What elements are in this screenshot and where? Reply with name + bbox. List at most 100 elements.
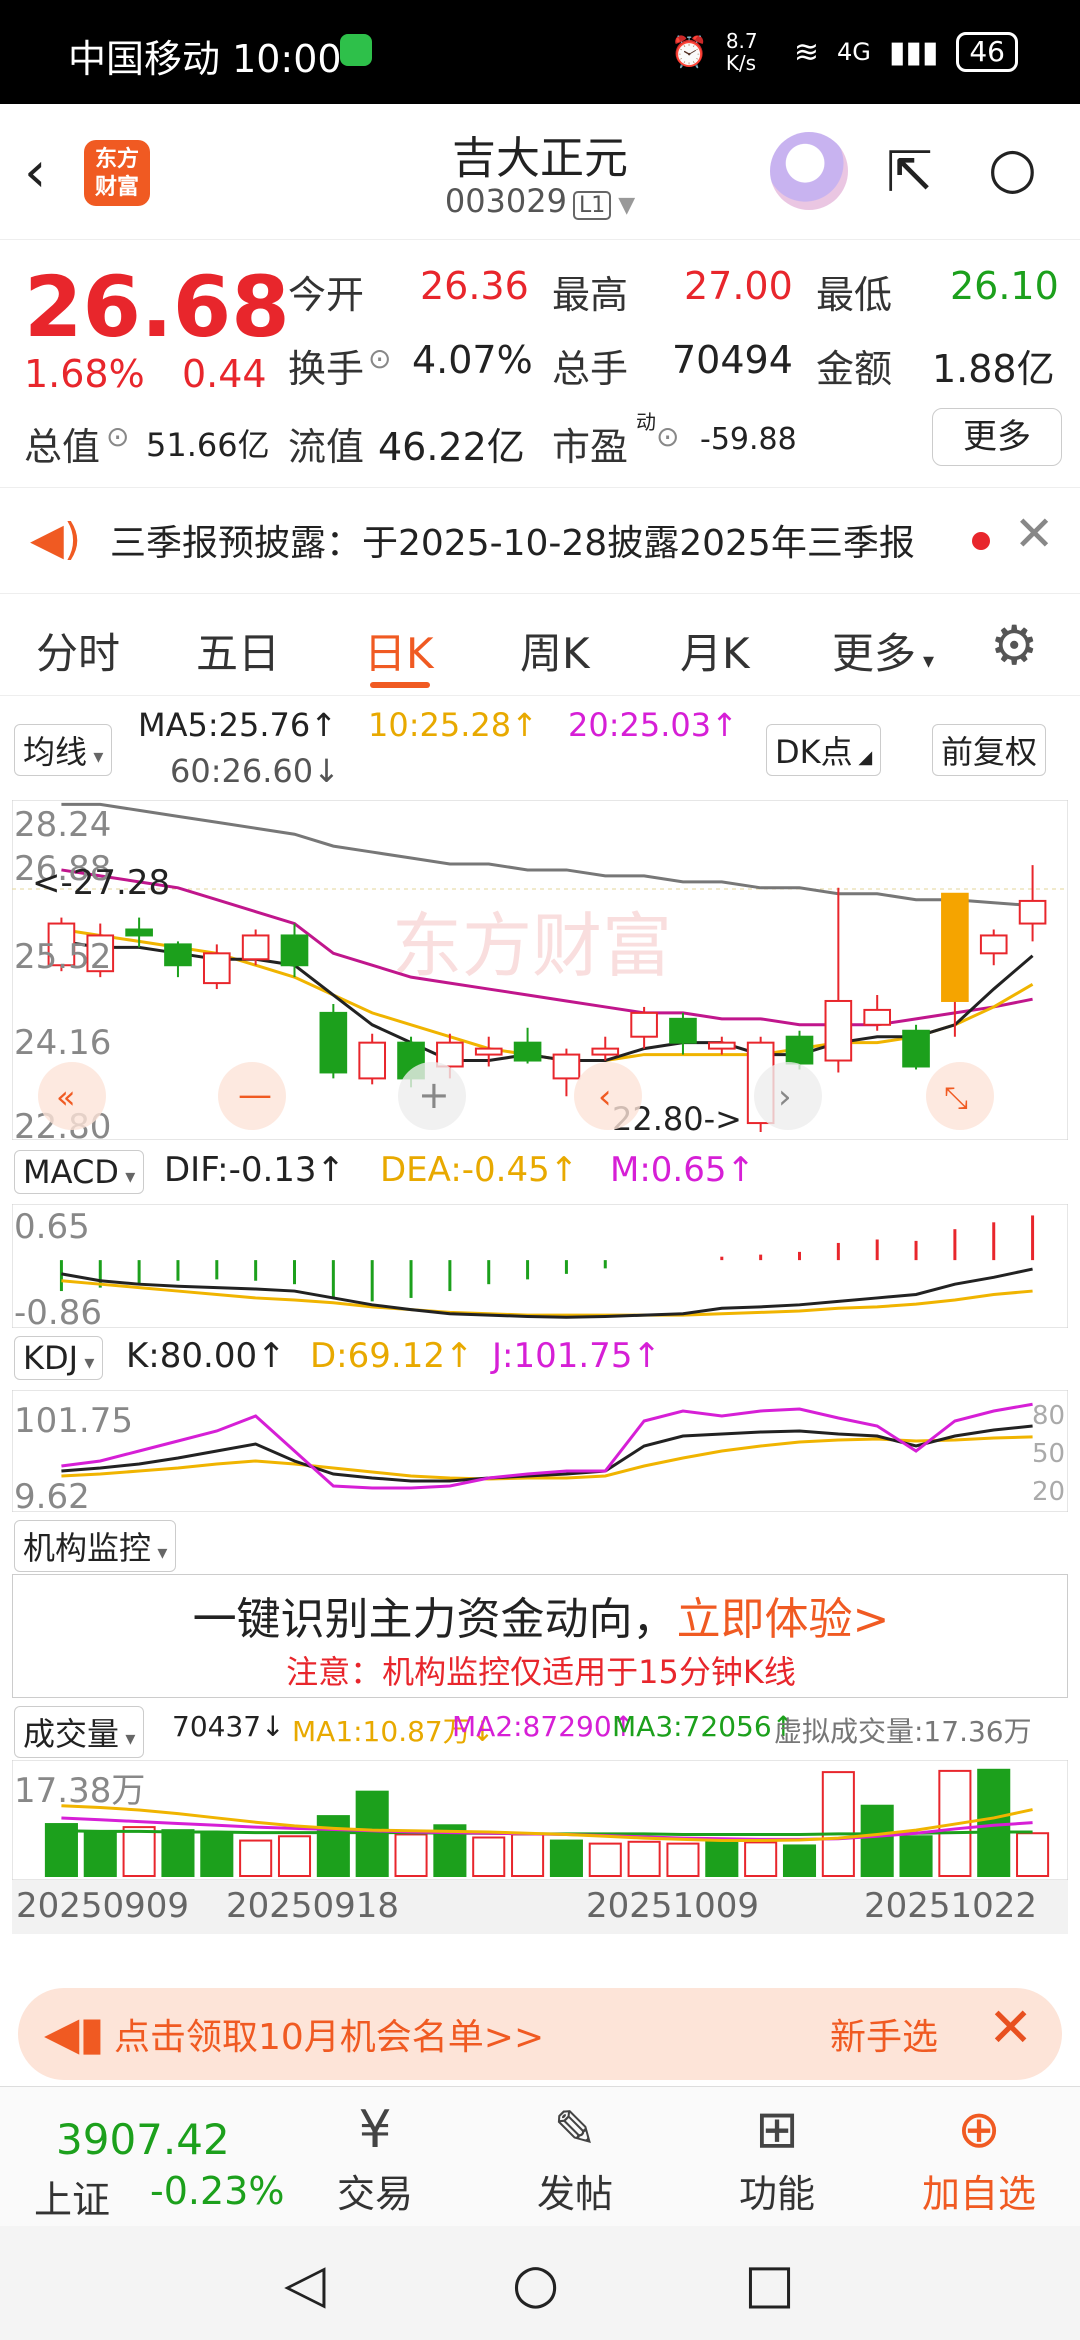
candle: [358, 1041, 387, 1080]
candle: [164, 943, 192, 967]
level-badge: L1: [572, 191, 612, 220]
pe-label: 市盈: [552, 425, 629, 469]
chevron-down-icon: ▾: [87, 744, 104, 768]
more-button[interactable]: 更多: [932, 408, 1062, 466]
candle: [863, 1008, 892, 1026]
amount-value: 1.88亿: [932, 347, 1055, 391]
plus-icon: +: [418, 1073, 450, 1117]
notice-bar[interactable]: ◀) 三季报预披露：于2025-10-28披露2025年三季报 ✕: [0, 488, 1080, 594]
date-tick-3: 20251022: [864, 1886, 1038, 1926]
virtual-volume: 虚拟成交量:17.36万: [774, 1715, 1032, 1748]
candle: [707, 1041, 736, 1050]
notice-text[interactable]: 三季报预披露：于2025-10-28披露2025年三季报: [110, 514, 915, 566]
macd-axis-bottom: -0.86: [14, 1293, 102, 1328]
chevron-left-icon: ‹: [598, 1077, 612, 1117]
adjust-selector[interactable]: 前复权: [932, 724, 1047, 776]
tab-monthly-k[interactable]: 月K: [680, 620, 750, 681]
try-now-link[interactable]: 立即体验>: [677, 1594, 890, 1645]
volume-chart[interactable]: 17.38万: [12, 1760, 1068, 1880]
volume-bar: [277, 1835, 312, 1877]
candle: [474, 1047, 503, 1056]
candle: [552, 1053, 581, 1080]
search-icon[interactable]: ○: [988, 136, 1037, 201]
macd-axis-top: 0.65: [14, 1207, 90, 1247]
candle: [591, 1047, 620, 1056]
candle: [824, 999, 853, 1062]
chevron-down-icon: ▾: [151, 1540, 168, 1564]
assistant-robot-icon[interactable]: [770, 132, 848, 210]
volume-bar: [549, 1839, 583, 1877]
macd-selector[interactable]: MACD ▾: [14, 1150, 145, 1194]
open-label: 今开: [288, 273, 365, 317]
grid-icon: ⊞: [755, 2100, 799, 2160]
kline-chart[interactable]: 东方财富 28.24 26.88 25.52 24.16 22.80 <-27.…: [12, 800, 1068, 1140]
chevron-down-icon: ▾: [78, 1350, 95, 1374]
volume-bar: [666, 1842, 700, 1878]
post-button[interactable]: ✎ 发帖: [510, 2097, 640, 2218]
bottom-toolbar: 3907.42 上证 -0.23% ¥ 交易 ✎ 发帖 ⊞ 功能 ⊕ 加自选: [0, 2086, 1080, 2226]
recents-square-icon[interactable]: □: [744, 2252, 795, 2315]
function-button[interactable]: ⊞ 功能: [712, 2097, 842, 2218]
chevron-down-icon: ▾: [119, 1726, 136, 1750]
share-icon[interactable]: ⇱: [886, 140, 933, 205]
chevron-down-icon: ▾: [118, 1164, 136, 1188]
tab-five-day[interactable]: 五日: [196, 620, 280, 681]
volume-selector[interactable]: 成交量 ▾: [14, 1706, 145, 1758]
kdj-level-20: 20: [1032, 1477, 1065, 1507]
home-circle-icon[interactable]: ○: [512, 2252, 559, 2315]
macd-dif: DIF:-0.13↑: [164, 1150, 346, 1190]
promo-newbie[interactable]: 新手选: [830, 2008, 938, 2060]
candle: [1018, 899, 1047, 925]
y-tick-0: 28.24: [14, 805, 111, 845]
close-icon[interactable]: ✕: [1014, 506, 1054, 562]
net-speed: 8.7 K/s: [725, 29, 758, 75]
megaphone-icon: ◀▮: [44, 2006, 105, 2060]
candle: [241, 934, 270, 961]
status-bar: 中国移动 10:00 ⏰ 8.7 K/s ≋ 4G ▮▮▮ 46: [0, 0, 1080, 104]
volume-bar: [627, 1840, 661, 1877]
kdj-chart[interactable]: 101.75 9.62 80 50 20: [12, 1390, 1068, 1512]
volume-bar: [860, 1804, 894, 1877]
tab-weekly-k[interactable]: 周K: [520, 620, 590, 681]
macd-chart[interactable]: 0.65 -0.86: [12, 1204, 1068, 1328]
trade-label: 交易: [336, 2172, 413, 2216]
wifi-icon: ≋: [793, 34, 819, 70]
low-value: 26.10: [950, 264, 1059, 308]
kdj-j: J:101.75↑: [492, 1336, 661, 1376]
dropdown-icon: ▼: [611, 193, 636, 218]
volume-value: 70494: [672, 338, 793, 382]
dk-point-selector[interactable]: DK点 ◢: [766, 724, 882, 776]
info-icon[interactable]: ⊙: [656, 420, 679, 453]
edit-icon: ✎: [553, 2100, 597, 2160]
macd-m: M:0.65↑: [610, 1150, 755, 1190]
trade-button[interactable]: ¥ 交易: [310, 2097, 440, 2218]
add-watchlist-button[interactable]: ⊕ 加自选: [914, 2097, 1044, 2218]
system-nav-bar: ◁ ○ □: [0, 2226, 1080, 2340]
info-icon[interactable]: ⊙: [106, 420, 129, 453]
candle: [630, 1011, 658, 1038]
kdj-selector[interactable]: KDJ ▾: [14, 1336, 104, 1380]
back-triangle-icon[interactable]: ◁: [284, 2252, 326, 2315]
volume-axis-top: 17.38万: [14, 1771, 145, 1811]
tab-more[interactable]: 更多 ▾: [832, 620, 934, 681]
wechat-icon: [340, 34, 372, 66]
promo-banner[interactable]: ◀▮ 点击领取10月机会名单>> 新手选 ✕: [18, 1988, 1062, 2080]
turnover-label: 换手: [288, 347, 365, 391]
ma-selector[interactable]: 均线 ▾: [14, 724, 113, 776]
volume-label: 总手: [552, 347, 629, 391]
info-icon[interactable]: ⊙: [368, 342, 391, 375]
y-tick-3: 24.16: [14, 1023, 111, 1063]
kdj-axis-bottom: 9.62: [14, 1477, 90, 1512]
trade-icon: ¥: [358, 2100, 392, 2160]
volume-bar: [511, 1833, 545, 1877]
volume-bar: [394, 1833, 428, 1877]
promo-text[interactable]: 点击领取10月机会名单>>: [114, 2008, 544, 2060]
institution-selector[interactable]: 机构监控 ▾: [14, 1520, 177, 1572]
tab-more-label: 更多: [832, 629, 917, 678]
gear-icon[interactable]: ⚙: [990, 614, 1038, 677]
institution-promo[interactable]: 一键识别主力资金动向，立即体验> 注意：机构监控仅适用于15分钟K线: [12, 1574, 1068, 1698]
tab-intraday[interactable]: 分时: [36, 620, 120, 681]
close-icon[interactable]: ✕: [988, 1996, 1033, 2059]
tab-daily-k[interactable]: 日K: [364, 620, 434, 681]
candle: [669, 1017, 697, 1044]
